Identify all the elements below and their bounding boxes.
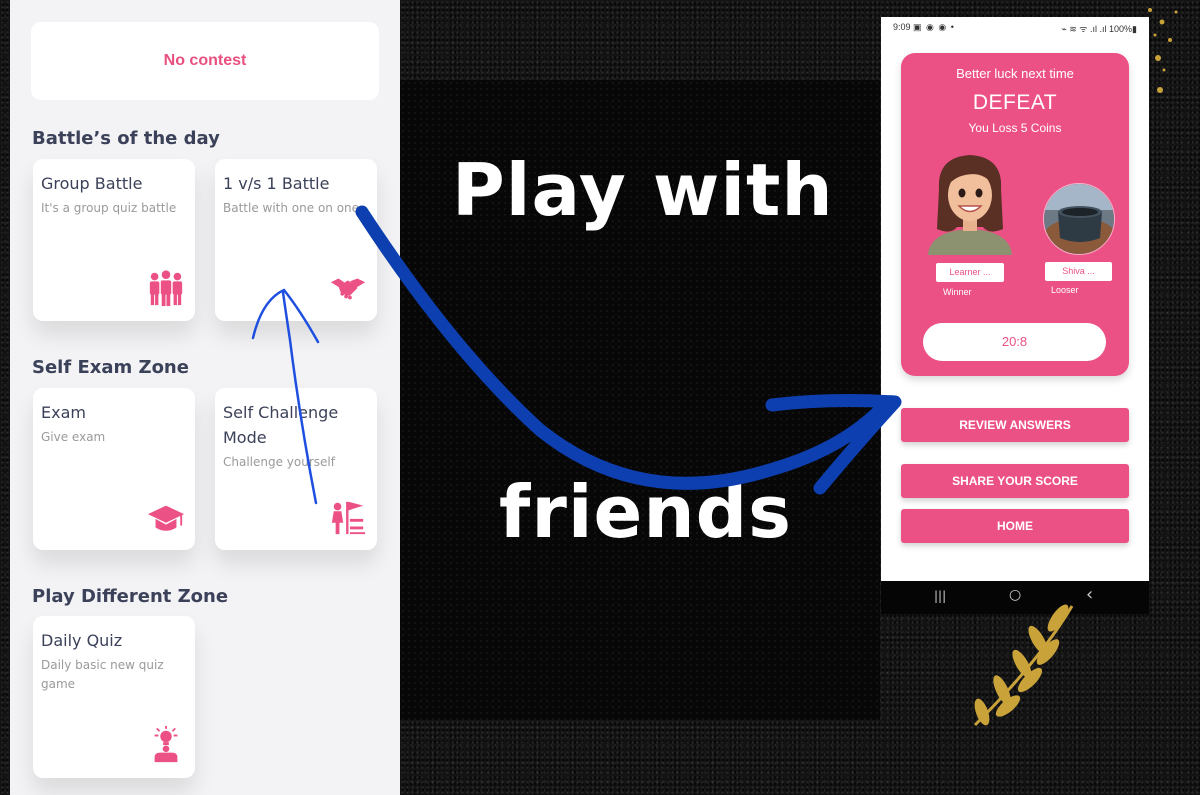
loser-name-tag: Shiva ... xyxy=(1045,262,1112,281)
status-bar: 9:09 ▣ ◉ ◉ • ⌁ ≋ ᯤ .ıl .ıl 100%▮ xyxy=(881,17,1149,39)
play-different-section-title: Play Different Zone xyxy=(32,586,229,607)
winner-name-tag: Learner ... xyxy=(936,263,1004,282)
winner-avatar xyxy=(928,155,1012,255)
self-challenge-card[interactable]: Self Challenge Mode Challenge yourself xyxy=(215,388,377,550)
group-people-icon xyxy=(149,270,183,307)
review-answers-button[interactable]: REVIEW ANSWERS xyxy=(901,408,1129,442)
headline-line-1: Play with xyxy=(452,148,834,232)
no-contest-banner[interactable]: No contest xyxy=(31,22,379,100)
card-description: Battle with one on one xyxy=(223,201,360,215)
handshake-icon xyxy=(330,278,366,300)
status-time: 9:09 xyxy=(893,22,911,32)
group-battle-card[interactable]: Group Battle It's a group quiz battle xyxy=(33,159,195,321)
home-button[interactable]: HOME xyxy=(901,509,1129,543)
card-description: Daily basic new quiz game xyxy=(41,658,164,691)
recents-nav-icon[interactable]: ||| xyxy=(934,589,946,603)
headline-line-2: friends xyxy=(499,470,792,554)
quiz-app-home-screen: No contest Battle’s of the day Group Bat… xyxy=(10,0,400,795)
back-nav-icon[interactable]: ‹ xyxy=(1086,584,1093,605)
share-score-button[interactable]: SHARE YOUR SCORE xyxy=(901,464,1129,498)
daily-quiz-card[interactable]: Daily Quiz Daily basic new quiz game xyxy=(33,616,195,778)
self-exam-section-title: Self Exam Zone xyxy=(32,357,189,378)
card-title: 1 v/s 1 Battle xyxy=(223,174,330,193)
result-title: DEFEAT xyxy=(972,91,1058,114)
card-description: It's a group quiz battle xyxy=(41,201,177,215)
exam-card[interactable]: Exam Give exam xyxy=(33,388,195,550)
android-nav-bar: ||| ○ ‹ xyxy=(881,581,1149,614)
score-display: 20:8 xyxy=(923,323,1106,361)
coin-loss-text: You Loss 5 Coins xyxy=(968,121,1062,135)
card-title: Group Battle xyxy=(41,174,143,193)
loser-label: Looser xyxy=(1051,285,1079,295)
home-nav-icon[interactable]: ○ xyxy=(1009,587,1021,603)
climb-flag-icon xyxy=(331,501,366,535)
card-description: Challenge yourself xyxy=(223,455,335,469)
idea-person-icon xyxy=(154,726,178,763)
phone-result-screen: 9:09 ▣ ◉ ◉ • ⌁ ≋ ᯤ .ıl .ıl 100%▮ Better … xyxy=(881,17,1149,614)
result-subtitle: Better luck next time xyxy=(956,66,1074,81)
winner-label: Winner xyxy=(943,287,972,297)
card-description: Give exam xyxy=(41,430,106,444)
status-notification-icons: ▣ ◉ ◉ • xyxy=(913,22,955,32)
graduation-cap-icon xyxy=(147,505,185,531)
result-card: Better luck next time DEFEAT You Loss 5 … xyxy=(901,53,1129,376)
one-vs-one-battle-card[interactable]: 1 v/s 1 Battle Battle with one on one xyxy=(215,159,377,321)
status-battery-signal: ⌁ ≋ ᯤ .ıl .ıl 100%▮ xyxy=(1061,24,1137,34)
loser-avatar-photo xyxy=(1043,183,1115,255)
card-title: Daily Quiz xyxy=(41,631,123,650)
card-title: Exam xyxy=(41,403,86,422)
card-title: Self Challenge Mode xyxy=(223,403,339,447)
battles-section-title: Battle’s of the day xyxy=(32,128,220,149)
